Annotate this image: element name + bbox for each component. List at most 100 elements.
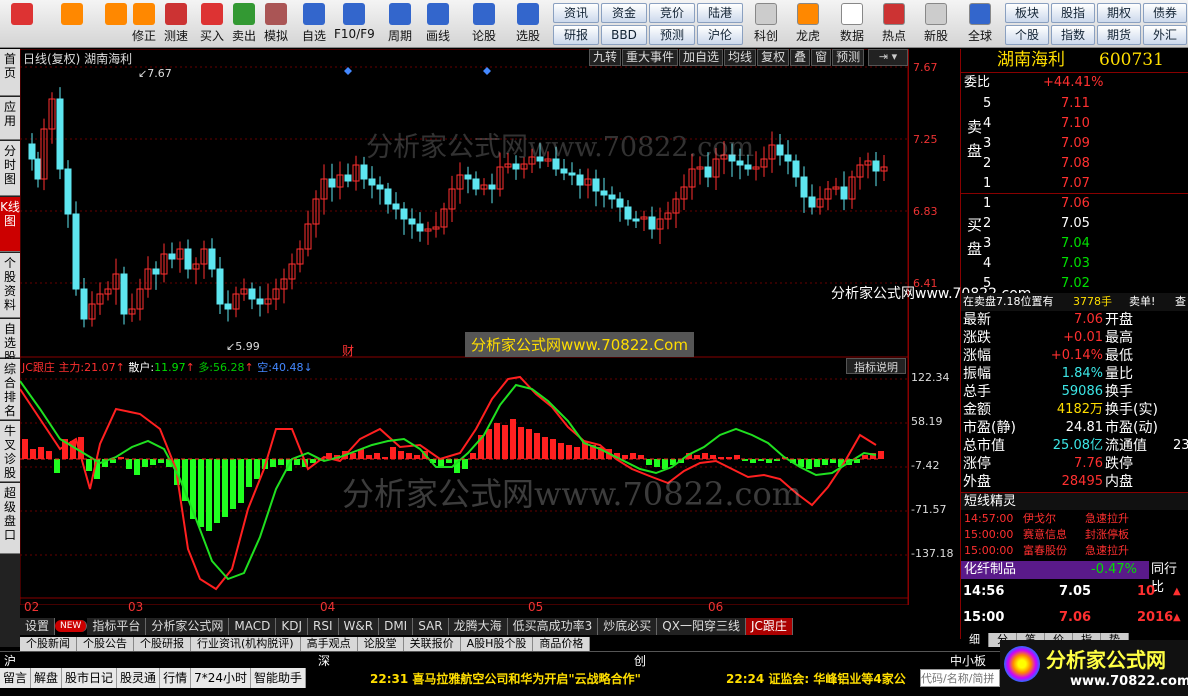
info-button-2[interactable]: 竞价 — [649, 3, 695, 23]
buy-level-row[interactable]: 1 7.06 — [961, 195, 1188, 213]
index-sh[interactable]: 沪 — [4, 652, 16, 669]
toolbar-mid-button-0[interactable]: 科创 — [746, 2, 786, 46]
sell-level-row[interactable]: 1 7.07 — [961, 175, 1188, 193]
indicator-tab-8[interactable]: DMI — [379, 618, 414, 635]
toolbar-button-4[interactable]: 测速 — [156, 2, 196, 46]
toolbar-mid-button-2[interactable]: 数据 — [832, 2, 872, 46]
toolbar-button-10[interactable]: 周期 — [380, 2, 420, 46]
left-tab-6[interactable]: 综合排名 — [0, 359, 20, 420]
left-tab-7[interactable]: 牛叉诊股 — [0, 421, 20, 482]
quote-tab-0[interactable]: 细 — [961, 633, 989, 647]
chart-top-button-2[interactable]: 加自选 — [679, 49, 724, 66]
info-tab-5[interactable]: 论股堂 — [357, 637, 404, 651]
indicator-tab-10[interactable]: 龙腾大海 — [448, 618, 508, 635]
status-item-6[interactable]: 智能助手 — [251, 668, 306, 688]
info-tab-3[interactable]: 行业资讯(机构脱评) — [191, 637, 301, 651]
info-button-0[interactable]: 资讯 — [553, 3, 599, 23]
toolbar-button-7[interactable]: 模拟 — [256, 2, 296, 46]
toolbar-mid-button-3[interactable]: 热点 — [874, 2, 914, 46]
buy-level-row[interactable]: 2 7.05 — [961, 215, 1188, 233]
market-button-4[interactable]: 个股 — [1005, 25, 1049, 45]
indicator-tab-14[interactable]: JC跟庄 — [745, 618, 793, 635]
info-tab-2[interactable]: 个股研报 — [134, 637, 191, 651]
buy-level-row[interactable]: 4 7.03 — [961, 255, 1188, 273]
sector-row[interactable]: 化纤制品 -0.47% 同行比 — [961, 561, 1188, 597]
indicator-tab-11[interactable]: 低买高成功率3 — [507, 618, 599, 635]
left-tab-4[interactable]: 个股资料 — [0, 253, 20, 318]
indicator-tab-7[interactable]: W&R — [338, 618, 380, 635]
toolbar-button-12[interactable]: 论股 — [464, 2, 504, 46]
status-item-4[interactable]: 行情 — [160, 668, 192, 688]
index-sz[interactable]: 深 — [318, 652, 330, 669]
chart-nav-arrows[interactable]: ⇥ ▾ — [868, 49, 908, 66]
left-tab-5[interactable]: 自选股 — [0, 319, 20, 364]
left-tab-1[interactable]: 应用 — [0, 97, 20, 140]
index-zxb[interactable]: 中小板 — [950, 652, 986, 669]
elves-item[interactable]: 15:00:00 富春股份 急速拉升 — [961, 543, 1188, 559]
market-button-2[interactable]: 期权 — [1097, 3, 1141, 23]
market-button-5[interactable]: 指数 — [1051, 25, 1095, 45]
info-tab-1[interactable]: 个股公告 — [77, 637, 134, 651]
info-tab-6[interactable]: 关联报价 — [403, 637, 461, 651]
chart-top-button-1[interactable]: 重大事件 — [622, 49, 679, 66]
news-ticker-1[interactable]: 22:31 喜马拉雅航空公司和华为开启"云战略合作" — [370, 670, 641, 687]
info-button-3[interactable]: 陆港 — [697, 3, 743, 23]
sell-level-row[interactable]: 5 7.11 — [961, 95, 1188, 113]
market-button-6[interactable]: 期货 — [1097, 25, 1141, 45]
info-tab-8[interactable]: 商品价格 — [533, 637, 591, 651]
index-cy[interactable]: 创 — [634, 652, 646, 669]
toolbar-button-8[interactable]: 自选 — [294, 2, 334, 46]
status-item-3[interactable]: 股灵通 — [117, 668, 161, 688]
indicator-help-button[interactable]: 指标说明 — [846, 358, 906, 374]
chart-top-button-0[interactable]: 九转 — [589, 49, 622, 66]
buy-level-row[interactable]: 3 7.04 — [961, 235, 1188, 253]
chart-top-button-3[interactable]: 均线 — [724, 49, 757, 66]
info-button-5[interactable]: BBD — [601, 25, 647, 45]
left-tab-0[interactable]: 首页 — [0, 49, 20, 96]
event-marker-finance[interactable]: 财 — [342, 342, 354, 359]
toolbar-button-1[interactable] — [52, 2, 92, 46]
event-diamond[interactable] — [483, 67, 491, 75]
indicator-tab-12[interactable]: 炒底必买 — [598, 618, 658, 635]
toolbar-button-9[interactable]: F10/F9 — [334, 2, 375, 46]
info-tab-4[interactable]: 高手观点 — [300, 637, 358, 651]
elves-item[interactable]: 14:57:00 伊戈尔 急速拉升 — [961, 511, 1188, 527]
left-tab-3[interactable]: K线图 — [0, 197, 20, 252]
chart-top-button-4[interactable]: 复权 — [757, 49, 790, 66]
left-tab-8[interactable]: 超级盘口 — [0, 483, 20, 554]
indicator-tab-5[interactable]: KDJ — [276, 618, 309, 635]
indicator-tab-0[interactable]: 设置 — [20, 618, 56, 635]
status-item-0[interactable]: 留言 — [0, 668, 32, 688]
toolbar-mid-button-4[interactable]: 新股 — [916, 2, 956, 46]
event-diamond[interactable] — [344, 67, 352, 75]
status-item-1[interactable]: 解盘 — [31, 668, 63, 688]
toolbar-mid-button-1[interactable]: 龙虎 — [788, 2, 828, 46]
info-button-6[interactable]: 预测 — [649, 25, 695, 45]
left-tab-2[interactable]: 分时图 — [0, 141, 20, 196]
market-button-3[interactable]: 债券 — [1143, 3, 1187, 23]
market-button-7[interactable]: 外汇 — [1143, 25, 1187, 45]
elves-item[interactable]: 15:00:00 赛意信息 封涨停板 — [961, 527, 1188, 543]
indicator-tab-3[interactable]: 分析家公式网 — [146, 618, 230, 635]
chart-top-button-7[interactable]: 预测 — [832, 49, 865, 66]
sell-level-row[interactable]: 4 7.10 — [961, 115, 1188, 133]
indicator-tab-9[interactable]: SAR — [413, 618, 449, 635]
status-item-2[interactable]: 股市日记 — [62, 668, 118, 688]
info-button-7[interactable]: 沪伦 — [697, 25, 743, 45]
chart-top-button-5[interactable]: 叠 — [790, 49, 811, 66]
toolbar-button-0[interactable] — [2, 2, 42, 46]
sell-level-row[interactable]: 2 7.08 — [961, 155, 1188, 173]
big-order-alert[interactable]: 在卖盘7.18位置有 3778手 卖单! 查 — [961, 293, 1188, 311]
stock-search-input[interactable] — [920, 669, 1000, 687]
info-tab-0[interactable]: 个股新闻 — [20, 637, 77, 651]
kline-chart-panel[interactable]: 日线(复权) 湖南海利 九转 重大事件 加自选 均线 复权叠窗预测 ⇥ ▾ ↙7.67 … — [20, 49, 908, 614]
info-tab-7[interactable]: A股H股个股 — [460, 637, 534, 651]
status-item-5[interactable]: 7*24小时 — [191, 668, 251, 688]
market-button-0[interactable]: 板块 — [1005, 3, 1049, 23]
news-ticker-2[interactable]: 22:24 证监会: 华峰铝业等4家公 — [726, 670, 906, 687]
indicator-tab-2[interactable]: 指标平台 — [87, 618, 147, 635]
info-button-4[interactable]: 研报 — [553, 25, 599, 45]
info-button-1[interactable]: 资金 — [601, 3, 647, 23]
toolbar-button-13[interactable]: 选股 — [508, 2, 548, 46]
indicator-tab-1[interactable]: NEW — [55, 620, 88, 632]
